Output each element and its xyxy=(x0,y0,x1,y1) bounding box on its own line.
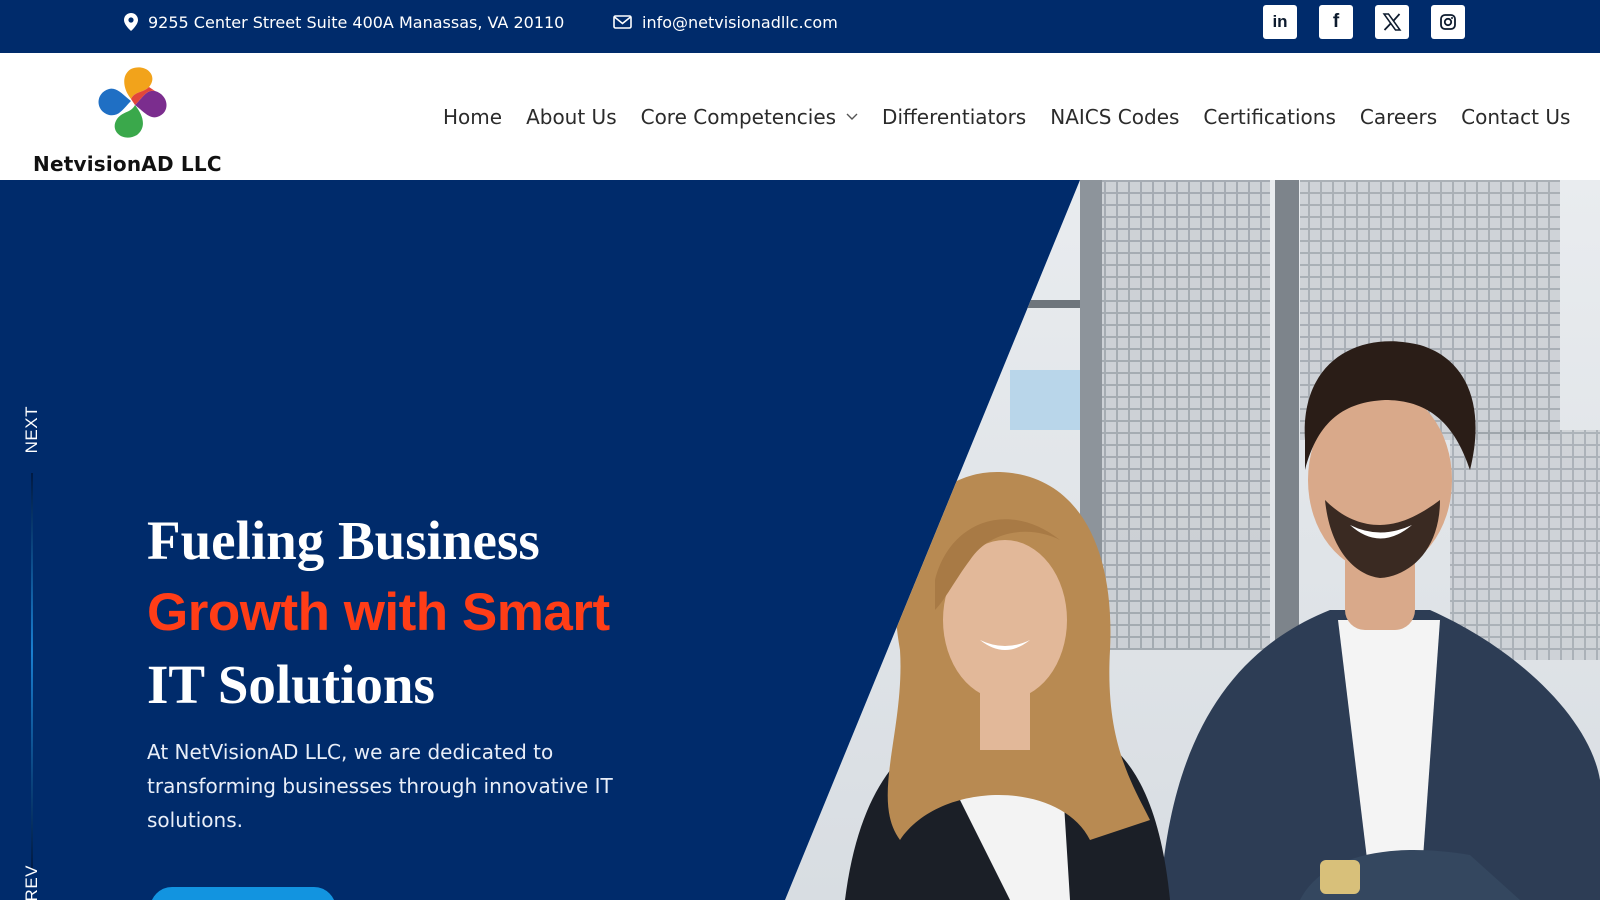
hero-cta-button[interactable] xyxy=(150,887,336,900)
nav-differentiators-label: Differentiators xyxy=(882,104,1027,129)
nav-contact-us-label: Contact Us xyxy=(1461,104,1571,129)
hero-description: At NetVisionAD LLC, we are dedicated to … xyxy=(147,740,613,832)
slider-next-button[interactable]: NEXT xyxy=(22,406,42,453)
logo-pinwheel-icon xyxy=(98,67,167,138)
linkedin-button[interactable]: in xyxy=(1263,5,1297,39)
nav-certifications-label: Certifications xyxy=(1203,104,1336,129)
nav-core-competencies-label: Core Competencies xyxy=(640,104,837,129)
instagram-button[interactable] xyxy=(1431,5,1465,39)
map-pin-icon xyxy=(124,13,138,31)
linkedin-icon: in xyxy=(1272,12,1288,31)
hero-headline-line1: Fueling Business xyxy=(147,510,540,571)
address-text: 9255 Center Street Suite 400A Manassas, … xyxy=(148,12,565,32)
chevron-down-icon xyxy=(846,113,858,120)
facebook-button[interactable]: f xyxy=(1319,5,1353,39)
logo[interactable]: NetvisionAD LLC xyxy=(33,65,233,176)
social-links: in f xyxy=(1263,5,1465,39)
nav-home-label: Home xyxy=(443,104,503,129)
slider-prev-button[interactable]: PREV xyxy=(22,865,42,900)
nav-about-us-label: About Us xyxy=(526,104,617,129)
address-item: 9255 Center Street Suite 400A Manassas, … xyxy=(124,0,564,44)
email-item[interactable]: info@netvisionadllc.com xyxy=(613,0,838,44)
x-twitter-button[interactable] xyxy=(1375,5,1409,39)
hero-slider: NEXT PREV Fueling Business Growth with S… xyxy=(0,180,1600,900)
logo-text: NetvisionAD LLC xyxy=(33,152,222,176)
nav-about-us[interactable]: About Us xyxy=(526,105,617,129)
envelope-icon xyxy=(613,15,632,29)
nav-differentiators[interactable]: Differentiators xyxy=(882,105,1026,129)
slider-controls: NEXT PREV xyxy=(20,180,50,900)
slider-progress-line xyxy=(31,473,33,870)
hero-headline-line2: Growth with Smart xyxy=(147,583,610,642)
nav-home[interactable]: Home xyxy=(443,105,502,129)
nav-contact-us[interactable]: Contact Us xyxy=(1461,105,1570,129)
nav-careers-label: Careers xyxy=(1359,104,1438,129)
instagram-icon xyxy=(1440,14,1456,30)
main-nav: Home About Us Core Competencies Differen… xyxy=(443,53,1570,180)
hero-headline-line3: IT Solutions xyxy=(147,654,435,715)
x-twitter-icon xyxy=(1382,13,1402,31)
nav-careers[interactable]: Careers xyxy=(1360,105,1437,129)
nav-naics-codes[interactable]: NAICS Codes xyxy=(1050,105,1179,129)
nav-certifications[interactable]: Certifications xyxy=(1203,105,1335,129)
nav-core-competencies[interactable]: Core Competencies xyxy=(641,105,858,129)
hero-headline: Fueling Business Growth with Smart IT So… xyxy=(147,505,707,721)
email-link[interactable]: info@netvisionadllc.com xyxy=(642,13,838,32)
facebook-icon: f xyxy=(1332,11,1340,32)
nav-naics-codes-label: NAICS Codes xyxy=(1050,104,1180,129)
top-bar: 9255 Center Street Suite 400A Manassas, … xyxy=(0,0,1600,53)
site-header: NetvisionAD LLC Home About Us Core Compe… xyxy=(0,53,1600,180)
